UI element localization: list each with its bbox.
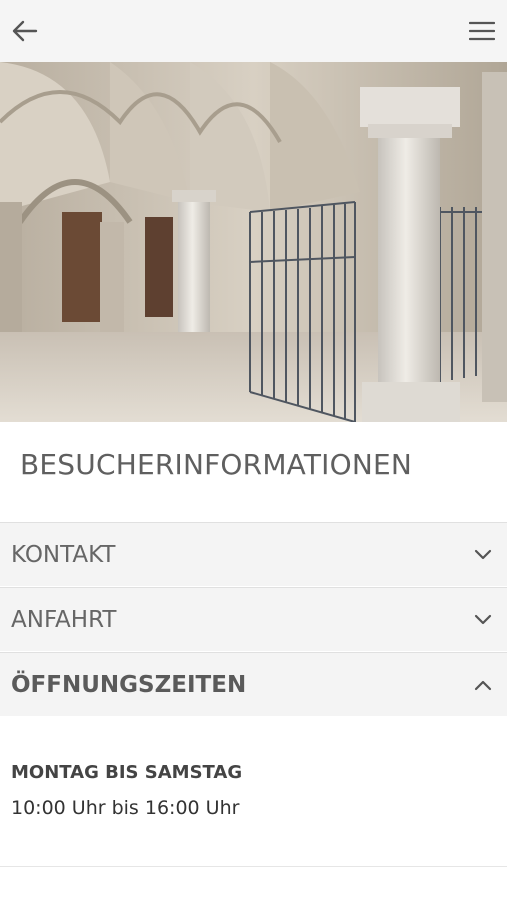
accordion-oeffnungszeiten[interactable]: ÖFFNUNGSZEITEN — [0, 652, 507, 716]
chevron-down-icon — [463, 535, 503, 575]
divider — [0, 866, 507, 867]
menu-button[interactable] — [457, 0, 507, 62]
chevron-down-icon — [463, 600, 503, 640]
top-app-bar — [0, 0, 507, 62]
cloister-photo — [0, 62, 507, 422]
accordion-label: ANFAHRT — [11, 606, 117, 633]
hero-image — [0, 62, 507, 422]
accordion-label: ÖFFNUNGSZEITEN — [11, 671, 247, 698]
opening-time: 10:00 Uhr bis 16:00 Uhr — [11, 797, 240, 819]
arrow-left-icon — [12, 20, 38, 42]
chevron-up-icon — [463, 665, 503, 705]
back-button[interactable] — [0, 0, 50, 62]
opening-days: MONTAG BIS SAMSTAG — [11, 762, 243, 783]
accordion-anfahrt[interactable]: ANFAHRT — [0, 587, 507, 651]
accordion-kontakt[interactable]: KONTAKT — [0, 522, 507, 586]
page-title: BESUCHERINFORMATIONEN — [20, 448, 413, 481]
hamburger-menu-icon — [469, 21, 495, 41]
accordion-label: KONTAKT — [11, 541, 116, 568]
